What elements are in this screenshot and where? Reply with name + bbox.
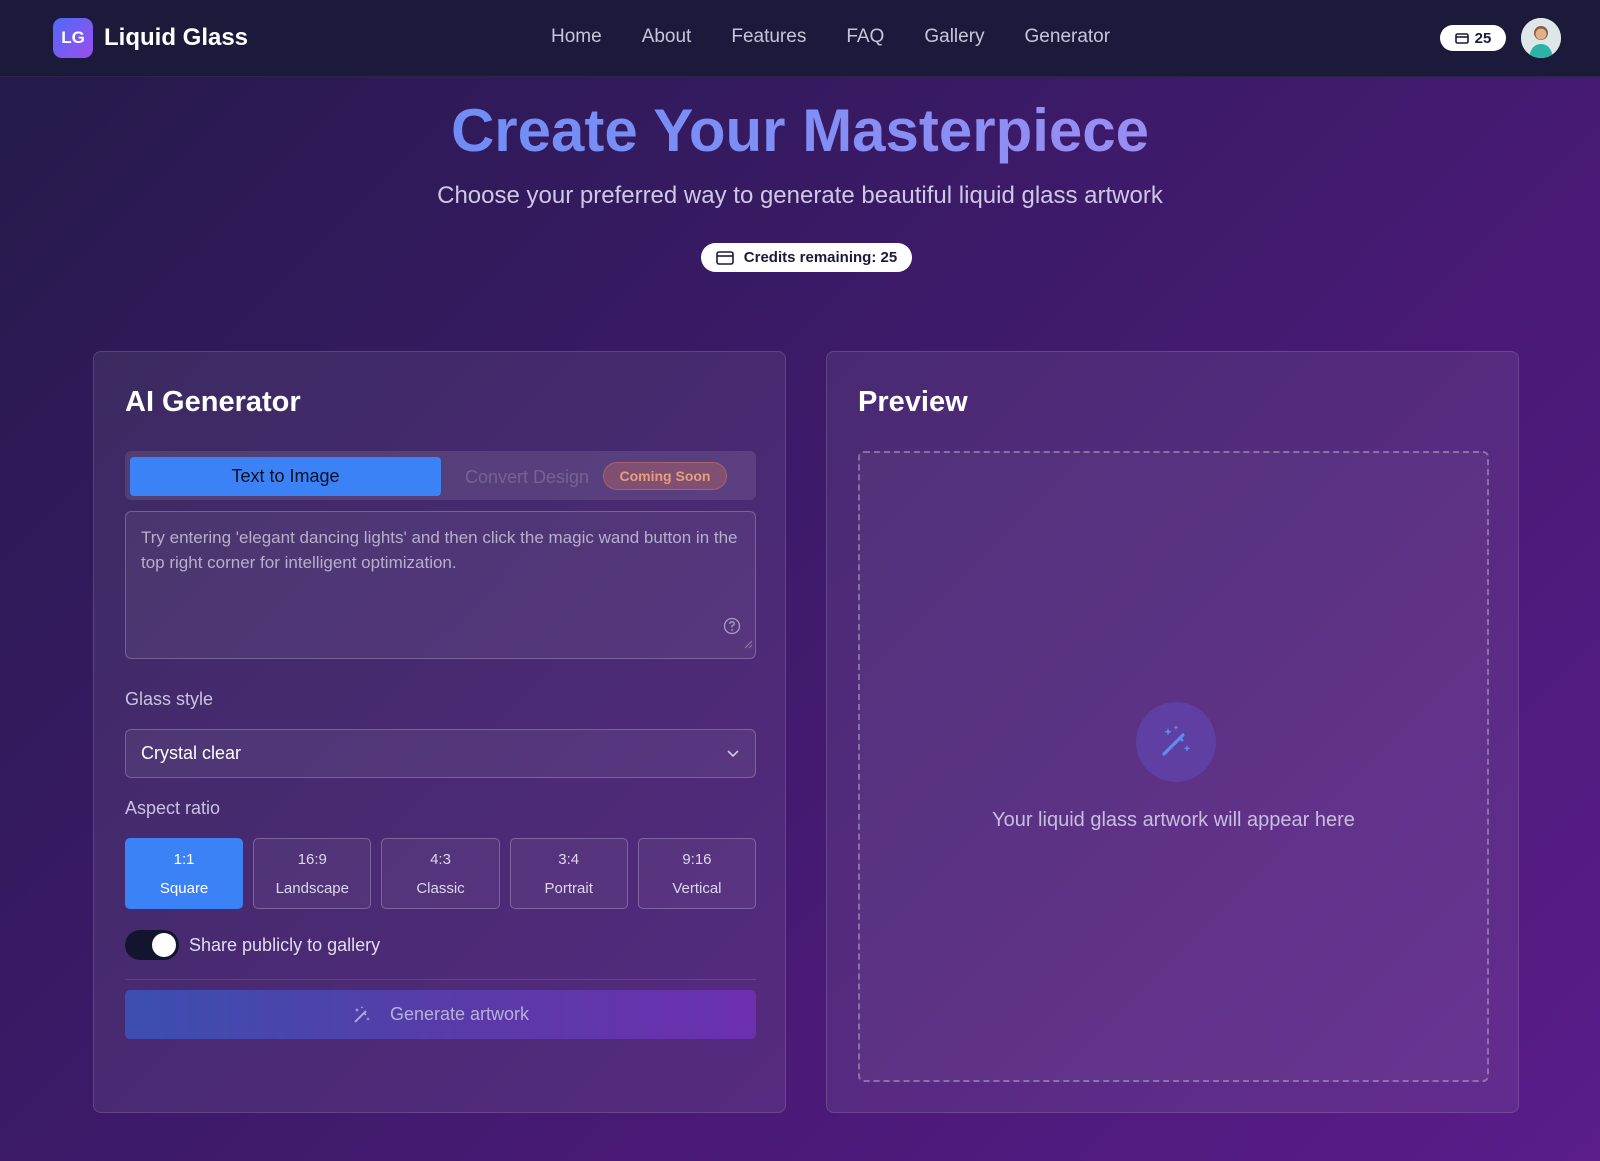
toggle-knob xyxy=(152,933,176,957)
brand[interactable]: LG Liquid Glass xyxy=(53,18,248,58)
help-circle-icon[interactable] xyxy=(723,617,741,642)
ratio-name: Square xyxy=(159,879,209,897)
top-navbar: LG Liquid Glass Home About Features FAQ … xyxy=(0,0,1600,77)
preview-placeholder: Your liquid glass artwork will appear he… xyxy=(992,809,1355,831)
nav-link-generator[interactable]: Generator xyxy=(1025,26,1111,48)
ratio-value: 1:1 xyxy=(173,850,195,868)
glass-style-label: Glass style xyxy=(125,689,214,709)
generator-title: AI Generator xyxy=(125,386,301,418)
tab-text-to-image[interactable]: Text to Image xyxy=(130,457,441,496)
ratio-value: 4:3 xyxy=(430,850,451,868)
aspect-ratio-label: Aspect ratio xyxy=(125,798,221,818)
preview-title: Preview xyxy=(858,386,968,418)
resize-handle-icon[interactable] xyxy=(743,631,753,656)
ratio-option-3-4[interactable]: 3:4 Portrait xyxy=(509,838,628,909)
page-subtitle: Choose your preferred way to generate be… xyxy=(437,182,1163,209)
prompt-textarea[interactable]: Try entering 'elegant dancing lights' an… xyxy=(125,511,756,659)
preview-area: Your liquid glass artwork will appear he… xyxy=(858,451,1489,1082)
credits-remaining-badge: Credits remaining: 25 xyxy=(701,243,912,272)
tab-convert-design: Convert Design xyxy=(465,467,590,487)
ratio-option-1-1[interactable]: 1:1 Square xyxy=(125,838,244,909)
credits-remaining-text: Credits remaining: 25 xyxy=(743,249,898,266)
mode-tabs: Text to Image Convert Design Coming Soon xyxy=(125,451,756,500)
ratio-value: 3:4 xyxy=(558,850,580,868)
nav-link-gallery[interactable]: Gallery xyxy=(924,26,984,48)
aspect-ratio-options: 1:1 Square 16:9 Landscape 4:3 Classic 3:… xyxy=(125,838,757,909)
credits-pill[interactable]: 25 xyxy=(1440,25,1506,51)
nav-link-features[interactable]: Features xyxy=(731,26,806,48)
ratio-name: Portrait xyxy=(544,879,593,897)
ratio-option-4-3[interactable]: 4:3 Classic xyxy=(381,838,500,909)
share-toggle[interactable] xyxy=(125,930,179,960)
avatar[interactable] xyxy=(1521,18,1561,58)
glass-style-value: Crystal clear xyxy=(141,743,242,763)
glass-style-select[interactable]: Crystal clear xyxy=(125,729,756,778)
generate-button[interactable]: Generate artwork xyxy=(125,990,756,1039)
brand-name: Liquid Glass xyxy=(104,24,249,51)
ratio-name: Classic xyxy=(416,879,465,897)
nav-link-about[interactable]: About xyxy=(642,26,692,48)
user-avatar-icon xyxy=(1521,18,1561,58)
preview-panel: Preview Your liquid glass artwork will a… xyxy=(826,351,1519,1113)
generator-panel: AI Generator Text to Image Convert Desig… xyxy=(93,351,786,1113)
ratio-option-16-9[interactable]: 16:9 Landscape xyxy=(253,838,372,909)
nav-link-faq[interactable]: FAQ xyxy=(846,26,884,48)
magic-wand-icon xyxy=(1136,702,1216,782)
divider xyxy=(125,979,756,980)
credit-card-icon xyxy=(715,250,734,265)
nav-links: Home About Features FAQ Gallery Generato… xyxy=(551,26,1150,48)
ratio-name: Landscape xyxy=(275,879,349,897)
nav-link-home[interactable]: Home xyxy=(551,26,602,48)
ratio-option-9-16[interactable]: 9:16 Vertical xyxy=(637,838,757,909)
page-title: Create Your Masterpiece xyxy=(0,96,1600,165)
coming-soon-badge: Coming Soon xyxy=(603,462,727,490)
chevron-down-icon xyxy=(727,750,739,758)
share-toggle-label: Share publicly to gallery xyxy=(189,935,381,955)
magic-wand-icon xyxy=(354,1005,370,1023)
credit-card-icon xyxy=(1454,32,1469,44)
credits-count: 25 xyxy=(1474,29,1492,47)
ratio-value: 16:9 xyxy=(297,850,327,868)
prompt-placeholder: Try entering 'elegant dancing lights' an… xyxy=(141,528,738,572)
ratio-value: 9:16 xyxy=(682,850,712,868)
logo-badge: LG xyxy=(53,18,93,58)
ratio-name: Vertical xyxy=(672,879,722,897)
generate-button-label: Generate artwork xyxy=(389,1004,530,1024)
